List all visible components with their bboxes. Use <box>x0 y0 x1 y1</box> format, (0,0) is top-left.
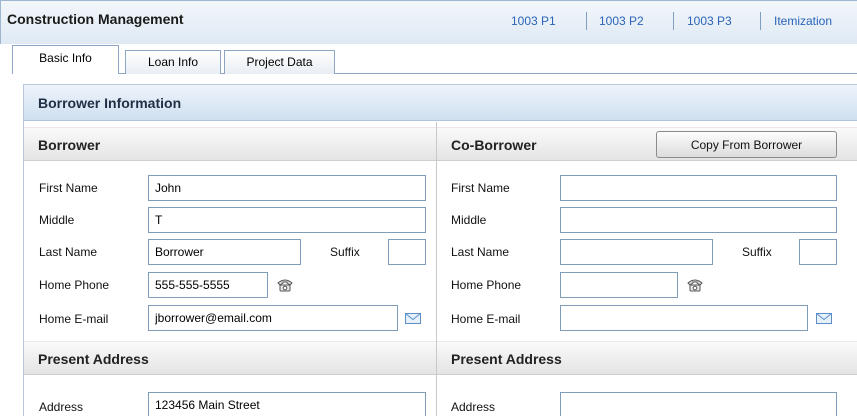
link-1003-p3[interactable]: 1003 P3 <box>687 14 732 28</box>
envelope-icon[interactable] <box>404 310 422 326</box>
link-separator <box>586 12 587 30</box>
borrower-address-input[interactable] <box>148 392 426 416</box>
borrower-section-title: Borrower <box>38 137 101 153</box>
tab-loan-info[interactable]: Loan Info <box>125 50 221 74</box>
address-label: Address <box>39 400 84 414</box>
envelope-icon[interactable] <box>815 310 833 326</box>
co-last-name-label: Last Name <box>451 245 510 259</box>
co-middle-name-label: Middle <box>451 213 487 227</box>
borrower-present-address-title: Present Address <box>38 351 149 367</box>
tab-basic-info[interactable]: Basic Info <box>12 45 119 74</box>
link-1003-p2[interactable]: 1003 P2 <box>599 14 644 28</box>
coborrower-last-name-input[interactable] <box>560 239 713 265</box>
co-address-label: Address <box>451 400 496 414</box>
home-phone-label: Home Phone <box>39 278 110 292</box>
tab-project-data[interactable]: Project Data <box>224 50 335 74</box>
home-email-label: Home E-mail <box>39 312 109 326</box>
link-itemization[interactable]: Itemization <box>774 14 832 28</box>
borrower-home-phone-input[interactable] <box>148 272 268 298</box>
borrower-suffix-input[interactable] <box>388 239 426 265</box>
coborrower-home-email-input[interactable] <box>560 305 808 331</box>
last-name-label: Last Name <box>39 245 98 259</box>
page-title: Construction Management <box>7 11 184 27</box>
coborrower-section-title: Co-Borrower <box>451 137 537 153</box>
co-home-email-label: Home E-mail <box>451 312 521 326</box>
coborrower-present-address-title: Present Address <box>451 351 562 367</box>
coborrower-middle-input[interactable] <box>560 207 837 233</box>
borrower-first-name-input[interactable] <box>148 175 426 201</box>
coborrower-home-phone-input[interactable] <box>560 272 678 298</box>
link-separator <box>760 12 761 30</box>
borrower-home-email-input[interactable] <box>148 305 398 331</box>
telephone-icon[interactable] <box>686 277 704 293</box>
co-home-phone-label: Home Phone <box>451 278 522 292</box>
telephone-icon[interactable] <box>276 277 294 293</box>
link-1003-p1[interactable]: 1003 P1 <box>511 14 556 28</box>
borrower-middle-input[interactable] <box>148 207 426 233</box>
co-suffix-label: Suffix <box>742 245 772 259</box>
coborrower-suffix-input[interactable] <box>799 239 837 265</box>
link-separator <box>673 12 674 30</box>
co-first-name-label: First Name <box>451 181 510 195</box>
panel-title: Borrower Information <box>38 95 182 111</box>
borrower-last-name-input[interactable] <box>148 239 301 265</box>
copy-from-borrower-button[interactable]: Copy From Borrower <box>656 131 837 158</box>
coborrower-address-input[interactable] <box>560 392 837 416</box>
coborrower-first-name-input[interactable] <box>560 175 837 201</box>
middle-name-label: Middle <box>39 213 75 227</box>
first-name-label: First Name <box>39 181 98 195</box>
suffix-label: Suffix <box>330 245 360 259</box>
